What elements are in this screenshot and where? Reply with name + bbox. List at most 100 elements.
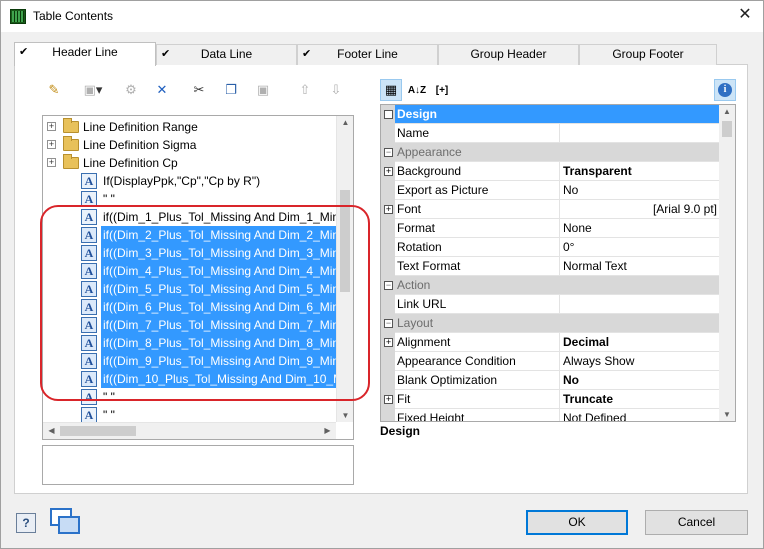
row-gutter [381,124,395,143]
delete-icon[interactable]: ✕ [153,81,171,99]
tree-horizontal-scrollbar[interactable]: ◀ ▶ [43,422,336,439]
categorized-view-button[interactable]: ▦ [380,79,402,101]
property-category[interactable]: − Action [381,276,721,295]
copy-icon[interactable]: ❐ [222,81,240,99]
text-field-icon: A [81,173,97,189]
property-row[interactable]: + Font [Arial 9.0 pt] [381,200,721,219]
tree-item-label: Line Definition Cp [83,156,178,170]
row-gutter [381,238,395,257]
property-value[interactable]: No [561,181,721,200]
properties-icon[interactable]: ⚙ [122,81,140,99]
alphabetical-sort-button[interactable]: A↓Z [406,79,428,103]
tree-field-item[interactable]: A If(DisplayPpk,"Cp","Cp by R") [43,172,339,190]
tab-footer-line[interactable]: ✔ Footer Line [297,44,438,65]
property-value[interactable]: Decimal [561,333,721,352]
ok-button[interactable]: OK [526,510,628,535]
tab-group-footer[interactable]: Group Footer [579,44,717,65]
property-value[interactable] [561,295,721,314]
tree-description-box [42,445,354,485]
info-button[interactable]: i [714,79,736,101]
property-name: Format [397,219,560,238]
collapse-icon[interactable]: − [384,319,393,328]
close-icon[interactable]: ✕ [737,6,753,24]
property-category[interactable]: − Appearance [381,143,721,162]
property-row[interactable]: Appearance Condition Always Show [381,352,721,371]
property-description: Design [380,424,421,438]
scroll-up-icon[interactable]: ▲ [337,118,353,127]
wand-icon[interactable]: ✎ [45,81,63,99]
window-front-shape [58,516,80,534]
property-row[interactable]: Format None [381,219,721,238]
property-name: Appearance Condition [397,352,560,371]
property-name: Layout [397,316,434,330]
property-value[interactable]: None [561,219,721,238]
property-row[interactable]: + Fit Truncate [381,390,721,409]
tree-folder-item[interactable]: + Line Definition Range [43,118,339,136]
property-row[interactable]: + Background Transparent [381,162,721,181]
folder-icon [63,154,79,169]
cut-icon[interactable]: ✂ [190,81,208,99]
property-row[interactable]: Name [381,124,721,143]
expand-all-button[interactable]: [+] [430,79,454,103]
move-up-icon[interactable]: ⇧ [296,81,314,99]
property-category[interactable]: − Design [381,105,721,124]
tab-label: Footer Line [337,47,398,61]
tab-header-line[interactable]: ✔ Header Line [14,42,156,66]
property-row[interactable]: Export as Picture No [381,181,721,200]
property-value[interactable]: Normal Text [561,257,721,276]
property-category[interactable]: − Layout [381,314,721,333]
property-value[interactable] [561,124,721,143]
property-row[interactable]: Link URL [381,295,721,314]
collapse-icon[interactable]: − [384,110,393,119]
expand-icon[interactable]: + [47,122,56,131]
tree-folder-item[interactable]: + Line Definition Sigma [43,136,339,154]
expand-icon[interactable]: + [47,140,56,149]
move-down-icon[interactable]: ⇩ [327,81,345,99]
property-name: Design [397,107,438,121]
property-value[interactable]: 0° [561,238,721,257]
property-vertical-scrollbar[interactable]: ▲ ▼ [719,105,735,421]
collapse-icon[interactable]: − [384,148,393,157]
cancel-button[interactable]: Cancel [645,510,748,535]
scroll-down-icon[interactable]: ▼ [719,410,735,419]
help-icon[interactable]: ? [16,513,36,533]
collapse-icon[interactable]: − [384,281,393,290]
property-row[interactable]: Blank Optimization No [381,371,721,390]
expand-icon[interactable]: + [384,167,393,176]
tab-checked-icon: ✔ [161,48,171,60]
scroll-right-icon[interactable]: ▶ [319,426,336,435]
expand-icon[interactable]: + [384,205,393,214]
property-row[interactable]: Text Format Normal Text [381,257,721,276]
scroll-left-icon[interactable]: ◀ [43,426,60,435]
tab-group-header[interactable]: Group Header [438,44,579,65]
tab-label: Group Header [470,47,547,61]
folder-icon [63,136,79,151]
property-value[interactable]: No [561,371,721,390]
expand-icon[interactable]: + [384,395,393,404]
paste-dropdown-icon[interactable]: ▣▾ [78,81,108,99]
tab-data-line[interactable]: ✔ Data Line [156,44,297,65]
tree-hscroll-thumb[interactable] [60,426,136,436]
scroll-down-icon[interactable]: ▼ [337,411,353,420]
property-row[interactable]: Rotation 0° [381,238,721,257]
paste-icon[interactable]: ▣ [254,81,272,99]
folder-icon [63,118,79,133]
property-value[interactable]: [Arial 9.0 pt] [561,200,721,219]
property-row[interactable]: Fixed Height Not Defined [381,409,721,421]
property-name: Background [397,162,560,181]
property-value[interactable]: Transparent [561,162,721,181]
text-field-icon: A [81,407,97,423]
property-value[interactable]: Always Show [561,352,721,371]
property-value[interactable]: Truncate [561,390,721,409]
scroll-up-icon[interactable]: ▲ [719,107,735,116]
property-grid[interactable]: − Design Name − Appearance + Background Transpa… [380,104,736,422]
expand-icon[interactable]: + [47,158,56,167]
property-value[interactable]: Not Defined [561,409,721,421]
tree-folder-item[interactable]: + Line Definition Cp [43,154,339,172]
row-gutter [381,371,395,390]
windows-icon[interactable] [50,508,82,536]
expand-icon[interactable]: + [384,338,393,347]
property-vscroll-thumb[interactable] [722,121,732,137]
property-row[interactable]: + Alignment Decimal [381,333,721,352]
property-name: Alignment [397,333,560,352]
